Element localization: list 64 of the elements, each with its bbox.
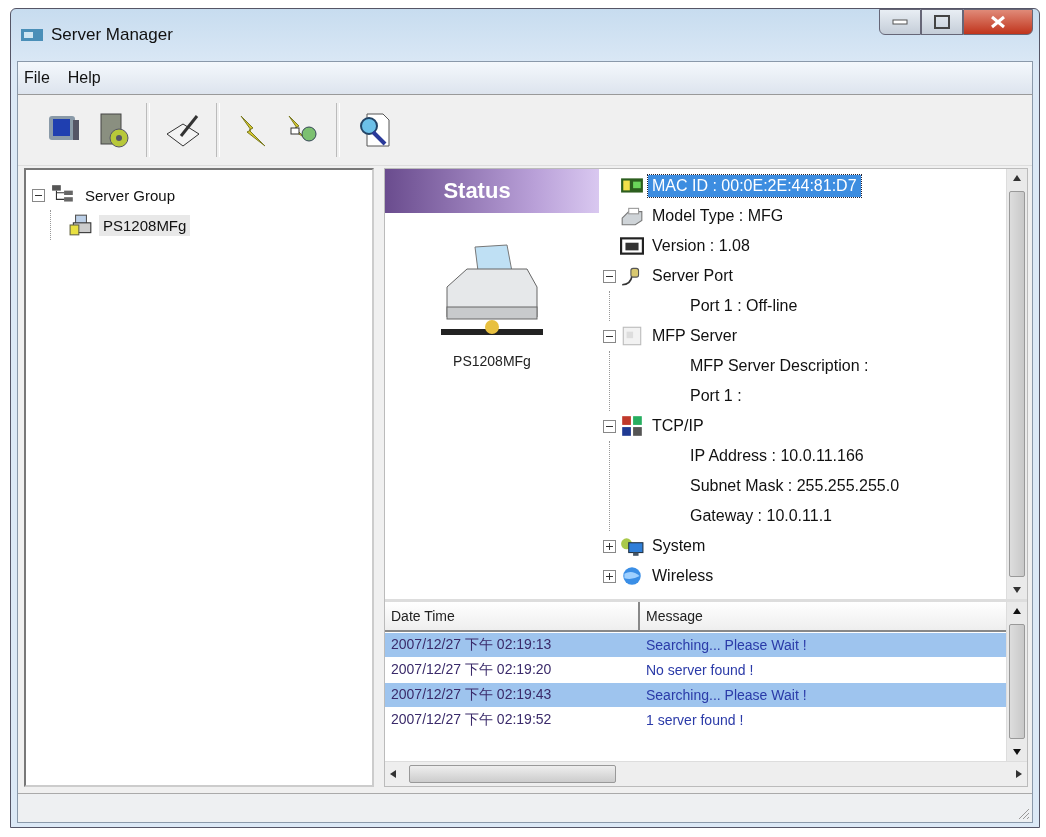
table-cell-text: 2007/12/27 下午 02:19:52 xyxy=(390,710,553,729)
table-cell-text: 2007/12/27 下午 02:19:20 xyxy=(390,660,553,679)
tree-item[interactable]: PS1208MFg xyxy=(99,214,191,236)
device-name: PS1208MFg xyxy=(453,353,531,369)
log-row[interactable]: 2007/12/27 下午 02:19:13 Searching... Please Wait ! xyxy=(385,633,1006,657)
globe-icon xyxy=(620,565,644,587)
minimize-icon xyxy=(892,19,908,25)
tree-item[interactable]: Port 1 : xyxy=(686,385,746,407)
scrollbar[interactable] xyxy=(1006,602,1027,761)
up-arrow-icon[interactable] xyxy=(1013,608,1021,614)
tree-item[interactable]: System xyxy=(648,535,710,557)
table-cell-text: Searching... Please Wait ! xyxy=(645,636,808,655)
window-title: Server Manager xyxy=(51,25,173,45)
tree-item[interactable]: MFP Server xyxy=(648,325,742,347)
tree-item[interactable]: MFP Server Description : xyxy=(686,355,873,377)
right-arrow-icon[interactable] xyxy=(1016,770,1022,778)
expand-icon[interactable] xyxy=(603,539,616,553)
computer-icon xyxy=(620,535,644,557)
scrollbar[interactable] xyxy=(385,761,1027,786)
collapse-icon[interactable] xyxy=(603,419,616,433)
app-icon xyxy=(21,27,43,43)
log-row[interactable]: 2007/12/27 下午 02:19:52 1 server found ! xyxy=(385,708,1006,732)
maximize-icon xyxy=(934,15,950,29)
column-header[interactable]: Date Time xyxy=(385,602,640,630)
status-header: Status xyxy=(385,169,599,213)
version-icon xyxy=(620,235,644,257)
table-cell-text: 2007/12/27 下午 02:19:13 xyxy=(390,635,553,654)
maximize-button[interactable] xyxy=(921,9,963,35)
network-grid-icon xyxy=(620,415,644,437)
collapse-icon[interactable] xyxy=(603,269,616,283)
printer-icon xyxy=(620,205,644,227)
menu-item[interactable]: File xyxy=(22,69,52,87)
down-arrow-icon[interactable] xyxy=(1013,749,1021,755)
log-row[interactable]: 2007/12/27 下午 02:19:20 No server found ! xyxy=(385,658,1006,682)
tree-item[interactable]: Port 1 : Off-line xyxy=(686,295,802,317)
table-cell-text: No server found ! xyxy=(645,661,755,680)
tree-item[interactable]: Gateway : 10.0.11.1 xyxy=(686,505,836,527)
tree-item[interactable]: TCP/IP xyxy=(648,415,708,437)
column-header[interactable]: Message xyxy=(640,602,1006,630)
table-cell-text: Searching... Please Wait ! xyxy=(645,686,808,705)
collapse-icon[interactable] xyxy=(603,329,616,343)
left-arrow-icon[interactable] xyxy=(390,770,396,778)
printer-lock-icon xyxy=(69,214,93,236)
log-row[interactable]: 2007/12/27 下午 02:19:43 Searching... Please Wait ! xyxy=(385,683,1006,707)
tree-item[interactable]: Wireless xyxy=(648,565,718,587)
menu-item[interactable]: Help xyxy=(65,69,103,87)
scrollbar[interactable] xyxy=(1006,169,1027,599)
expand-icon[interactable] xyxy=(603,569,616,583)
table-cell-text: 1 server found ! xyxy=(645,711,745,730)
tree-item[interactable]: Version : 1.08 xyxy=(648,235,754,257)
tree-item[interactable]: IP Address : 10.0.11.166 xyxy=(686,445,868,467)
close-icon xyxy=(990,15,1006,29)
tree-item[interactable]: Subnet Mask : 255.255.255.0 xyxy=(686,475,904,497)
up-arrow-icon[interactable] xyxy=(1013,175,1021,181)
tree-item[interactable]: Server Group xyxy=(81,184,180,206)
down-arrow-icon[interactable] xyxy=(1013,587,1021,593)
resize-grip-icon[interactable] xyxy=(1016,806,1030,820)
close-button[interactable] xyxy=(963,9,1033,35)
tree-item[interactable]: Server Port xyxy=(648,265,737,287)
table-cell-text: 2007/12/27 下午 02:19:43 xyxy=(390,685,553,704)
collapse-icon[interactable] xyxy=(32,188,45,202)
minimize-button[interactable] xyxy=(879,9,921,35)
document-icon xyxy=(620,325,644,347)
tree-item[interactable]: Model Type : MFG xyxy=(648,205,788,227)
